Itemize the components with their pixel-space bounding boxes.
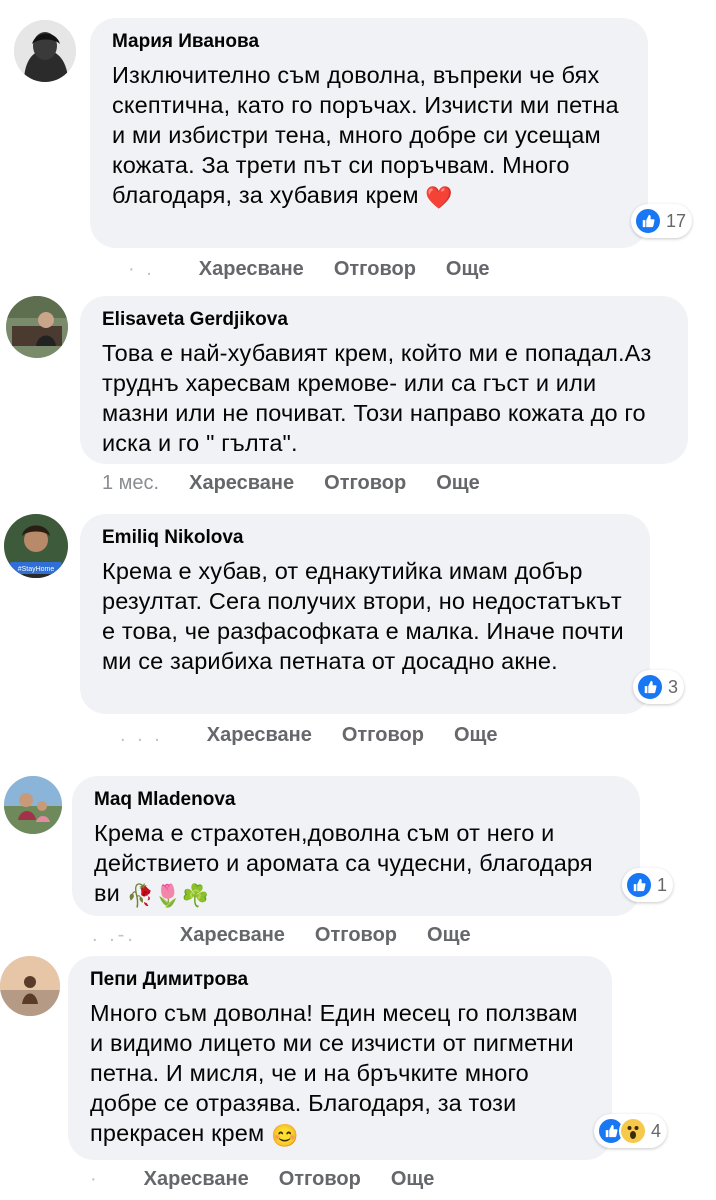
avatar[interactable]: #StayHome <box>4 514 68 578</box>
comment-author[interactable]: Emiliq Nikolova <box>102 526 630 550</box>
wow-icon <box>619 1117 647 1145</box>
heart-emoji: ❤️ <box>425 185 453 210</box>
more-button[interactable]: Още <box>436 472 480 495</box>
comment-actions: . . . Харесване Отговор Още <box>120 724 528 747</box>
like-button[interactable]: Харесване <box>207 724 312 747</box>
comment-text: Много съм доволна! Един месец го ползвам… <box>90 1000 578 1148</box>
reaction-count: 17 <box>666 210 687 231</box>
reaction-count: 1 <box>657 874 668 895</box>
flower-emoji: 🥀🌷☘️ <box>126 883 210 908</box>
comment-actions: · . Харесване Отговор Още <box>128 258 519 281</box>
avatar[interactable] <box>14 20 76 82</box>
like-button[interactable]: Харесване <box>199 258 304 281</box>
smile-emoji: 😊 <box>270 1123 299 1148</box>
comment-text: Това е най-хубавият крем, който ми е поп… <box>102 340 652 456</box>
comment-bubble: Пепи Димитрова Много съм доволна! Един м… <box>68 956 612 1160</box>
reaction-summary[interactable]: 3 <box>633 670 685 704</box>
reply-button[interactable]: Отговор <box>342 724 424 747</box>
comment-actions: · Харесване Отговор Още <box>90 1168 464 1191</box>
like-icon <box>636 673 664 701</box>
reaction-summary[interactable]: 4 <box>594 1114 668 1148</box>
blurred-timestamp: · . <box>128 258 155 280</box>
comment-bubble: Emiliq Nikolova Крема е хубав, от еднаку… <box>80 514 650 714</box>
like-button[interactable]: Харесване <box>144 1168 249 1191</box>
blurred-timestamp: · <box>90 1168 100 1190</box>
comment-actions: . .-. Харесване Отговор Още <box>92 924 501 947</box>
avatar[interactable] <box>0 956 60 1016</box>
svg-text:#StayHome: #StayHome <box>18 566 55 573</box>
reply-button[interactable]: Отговор <box>334 258 416 281</box>
comment-author[interactable]: Elisaveta Gerdjikova <box>102 308 668 332</box>
reply-button[interactable]: Отговор <box>324 472 406 495</box>
avatar[interactable] <box>4 776 62 834</box>
comment-bubble: Elisaveta Gerdjikova Това е най-хубавият… <box>80 296 688 464</box>
reaction-summary[interactable]: 1 <box>622 868 674 902</box>
reply-button[interactable]: Отговор <box>279 1168 361 1191</box>
reply-button[interactable]: Отговор <box>315 924 397 947</box>
comment-author[interactable]: Мария Иванова <box>112 30 628 54</box>
like-button[interactable]: Харесване <box>189 472 294 495</box>
more-button[interactable]: Още <box>446 258 490 281</box>
more-button[interactable]: Още <box>454 724 498 747</box>
comment-time[interactable]: 1 мес. <box>102 472 159 495</box>
like-icon <box>625 871 653 899</box>
comment-author[interactable]: Пепи Димитрова <box>90 968 592 992</box>
comment-text: Крема е страхотен,доволна съм от него и … <box>94 820 593 908</box>
comment-text: Крема е хубав, от еднакутийка имам добър… <box>102 558 624 674</box>
like-button[interactable]: Харесване <box>180 924 285 947</box>
comment-text: Изключително съм доволна, въпреки че бях… <box>112 62 619 210</box>
more-button[interactable]: Още <box>391 1168 435 1191</box>
reaction-count: 3 <box>668 676 679 697</box>
blurred-timestamp: . .-. <box>92 924 136 946</box>
comment-bubble: Мария Иванова Изключително съм доволна, … <box>90 18 648 248</box>
comment-actions: 1 мес. Харесване Отговор Още <box>102 472 510 495</box>
blurred-timestamp: . . . <box>120 724 163 746</box>
more-button[interactable]: Още <box>427 924 471 947</box>
like-icon <box>634 207 662 235</box>
comment-author[interactable]: Maq Mladenova <box>94 788 620 812</box>
avatar[interactable] <box>6 296 68 358</box>
comment-bubble: Maq Mladenova Крема е страхотен,доволна … <box>72 776 640 916</box>
reaction-summary[interactable]: 17 <box>631 204 693 238</box>
reaction-count: 4 <box>651 1120 662 1141</box>
